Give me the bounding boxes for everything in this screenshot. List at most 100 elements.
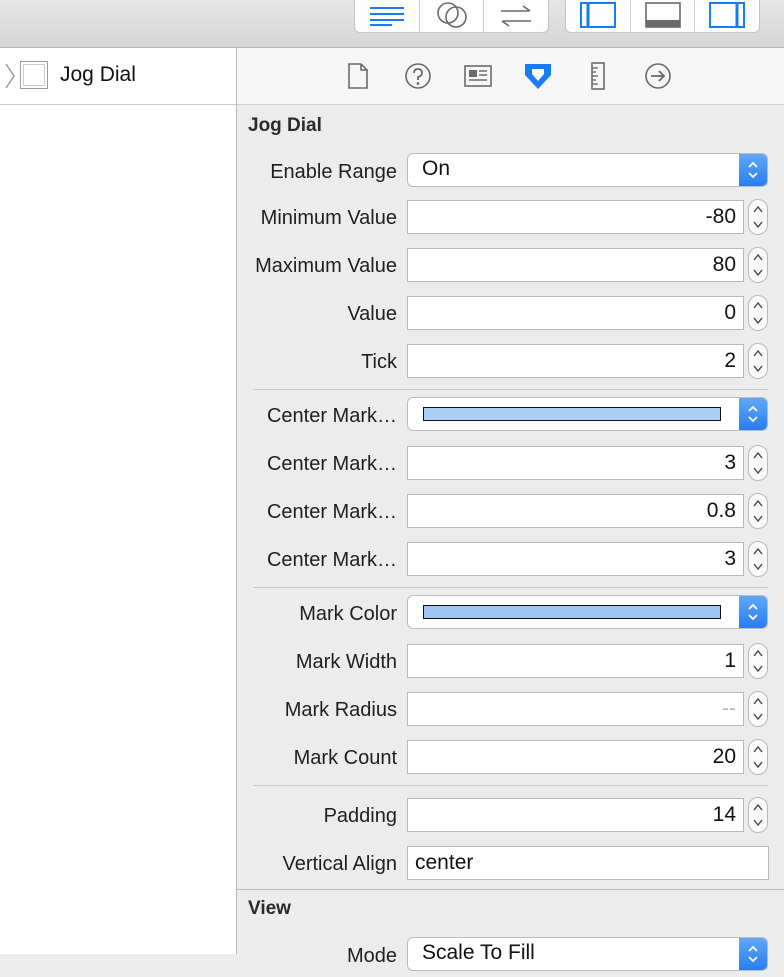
stepper-arrows-icon <box>753 301 763 325</box>
stepper-arrows-icon <box>753 499 763 523</box>
center-mark-radius-field[interactable]: 3 <box>407 542 744 576</box>
mark-color-well[interactable] <box>407 595 768 629</box>
mark-width-stepper[interactable] <box>748 643 768 679</box>
center-mark-color-well[interactable] <box>407 397 768 431</box>
arrow-circle-icon <box>645 63 671 89</box>
inspector-tab-bar <box>237 48 784 105</box>
stepper-arrows-icon <box>753 253 763 277</box>
field-label: Enable Range <box>270 161 397 183</box>
row-mark-width: Mark Width 1 <box>237 643 784 683</box>
toggle-utilities-button[interactable] <box>695 0 759 32</box>
center-mark-width-field[interactable]: 3 <box>407 446 744 480</box>
attributes-inspector: Jog Dial Enable Range On Minimum Value -… <box>237 105 784 971</box>
center-mark-radius-stepper[interactable] <box>748 541 768 577</box>
stepper-arrows-icon <box>753 349 763 373</box>
mode-popup[interactable]: Scale To Fill <box>407 937 768 971</box>
stepper-arrows-icon <box>753 451 763 475</box>
row-value: Value 0 <box>237 295 784 335</box>
tab-attributes-inspector[interactable] <box>522 60 554 92</box>
stepper-arrows-icon <box>753 205 763 229</box>
field-label: Padding <box>323 805 397 827</box>
row-center-mark-radius: Center Mark… 3 <box>237 541 784 581</box>
popup-value: Scale To Fill <box>422 941 535 964</box>
enable-range-popup[interactable]: On <box>407 153 768 187</box>
standard-editor-button[interactable] <box>355 0 420 32</box>
document-outline: Jog Dial <box>0 48 237 954</box>
center-mark-height-stepper[interactable] <box>748 493 768 529</box>
padding-field[interactable]: 14 <box>407 798 744 832</box>
value-field[interactable]: 0 <box>407 296 744 330</box>
row-vertical-align: Vertical Align center <box>237 845 784 885</box>
mark-count-field[interactable]: 20 <box>407 740 744 774</box>
tab-connections-inspector[interactable] <box>642 60 674 92</box>
popup-arrows-icon <box>739 938 767 970</box>
maximum-value-stepper[interactable] <box>748 247 768 283</box>
field-label: Mark Count <box>293 747 397 769</box>
section-separator <box>237 889 784 890</box>
mark-radius-stepper[interactable] <box>748 691 768 727</box>
file-icon <box>348 63 368 89</box>
popup-arrows-icon <box>739 154 767 186</box>
editor-mode-segmented-control <box>354 0 549 33</box>
field-label: Center Mark… <box>266 453 397 475</box>
value-stepper[interactable] <box>748 295 768 331</box>
row-center-mark-width: Center Mark… 3 <box>237 445 784 485</box>
row-enable-range: Enable Range On <box>237 153 784 193</box>
field-label: Center Mark… <box>266 405 397 427</box>
stepper-arrows-icon <box>753 547 763 571</box>
tab-identity-inspector[interactable] <box>462 60 494 92</box>
padding-stepper[interactable] <box>748 797 768 833</box>
overlapping-circles-icon <box>436 1 467 28</box>
swap-arrows-icon <box>501 4 532 27</box>
mark-width-field[interactable]: 1 <box>407 644 744 678</box>
stepper-arrows-icon <box>753 649 763 673</box>
mark-count-stepper[interactable] <box>748 739 768 775</box>
stepper-arrows-icon <box>753 745 763 769</box>
toolbar <box>0 0 784 48</box>
attributes-shield-icon <box>525 64 551 89</box>
assistant-editor-button[interactable] <box>420 0 485 32</box>
center-mark-height-field[interactable]: 0.8 <box>407 494 744 528</box>
minimum-value-stepper[interactable] <box>748 199 768 235</box>
view-object-icon <box>20 61 48 89</box>
question-circle-icon <box>405 63 431 89</box>
ruler-icon <box>591 62 605 90</box>
minimum-value-field[interactable]: -80 <box>407 200 744 234</box>
center-mark-width-stepper[interactable] <box>748 445 768 481</box>
section-title-jog-dial: Jog Dial <box>248 115 322 136</box>
tick-field[interactable]: 2 <box>407 344 744 378</box>
toggle-navigator-button[interactable] <box>566 0 631 32</box>
popup-arrows-icon <box>739 596 767 628</box>
id-card-icon <box>464 65 492 87</box>
outline-item-jog-dial[interactable]: Jog Dial <box>0 48 236 105</box>
row-mark-radius: Mark Radius -- <box>237 691 784 731</box>
vertical-align-field[interactable]: center <box>407 846 769 880</box>
tab-file-inspector[interactable] <box>342 60 374 92</box>
lines-icon <box>369 6 404 26</box>
view-toggle-segmented-control <box>565 0 760 33</box>
field-label: Maximum Value <box>255 255 397 277</box>
row-maximum-value: Maximum Value 80 <box>237 247 784 287</box>
bottom-panel-icon <box>644 1 681 28</box>
section-title-view: View <box>248 898 291 919</box>
toggle-debug-area-button[interactable] <box>631 0 696 32</box>
field-label: Mode <box>346 945 397 967</box>
field-label: Center Mark… <box>266 549 397 571</box>
row-mark-color: Mark Color <box>237 595 784 635</box>
version-editor-button[interactable] <box>484 0 548 32</box>
row-minimum-value: Minimum Value -80 <box>237 199 784 239</box>
field-label: Center Mark… <box>266 501 397 523</box>
row-tick: Tick 2 <box>237 343 784 383</box>
tab-size-inspector[interactable] <box>582 60 614 92</box>
field-label: Tick <box>361 351 397 373</box>
tab-quick-help[interactable] <box>402 60 434 92</box>
mark-radius-field[interactable]: -- <box>407 692 744 726</box>
disclosure-triangle-icon[interactable] <box>4 62 16 90</box>
field-label: Vertical Align <box>282 853 397 875</box>
maximum-value-field[interactable]: 80 <box>407 248 744 282</box>
color-swatch <box>423 605 721 619</box>
row-center-mark-color: Center Mark… <box>237 397 784 437</box>
divider <box>253 785 768 786</box>
row-center-mark-height: Center Mark… 0.8 <box>237 493 784 533</box>
tick-stepper[interactable] <box>748 343 768 379</box>
